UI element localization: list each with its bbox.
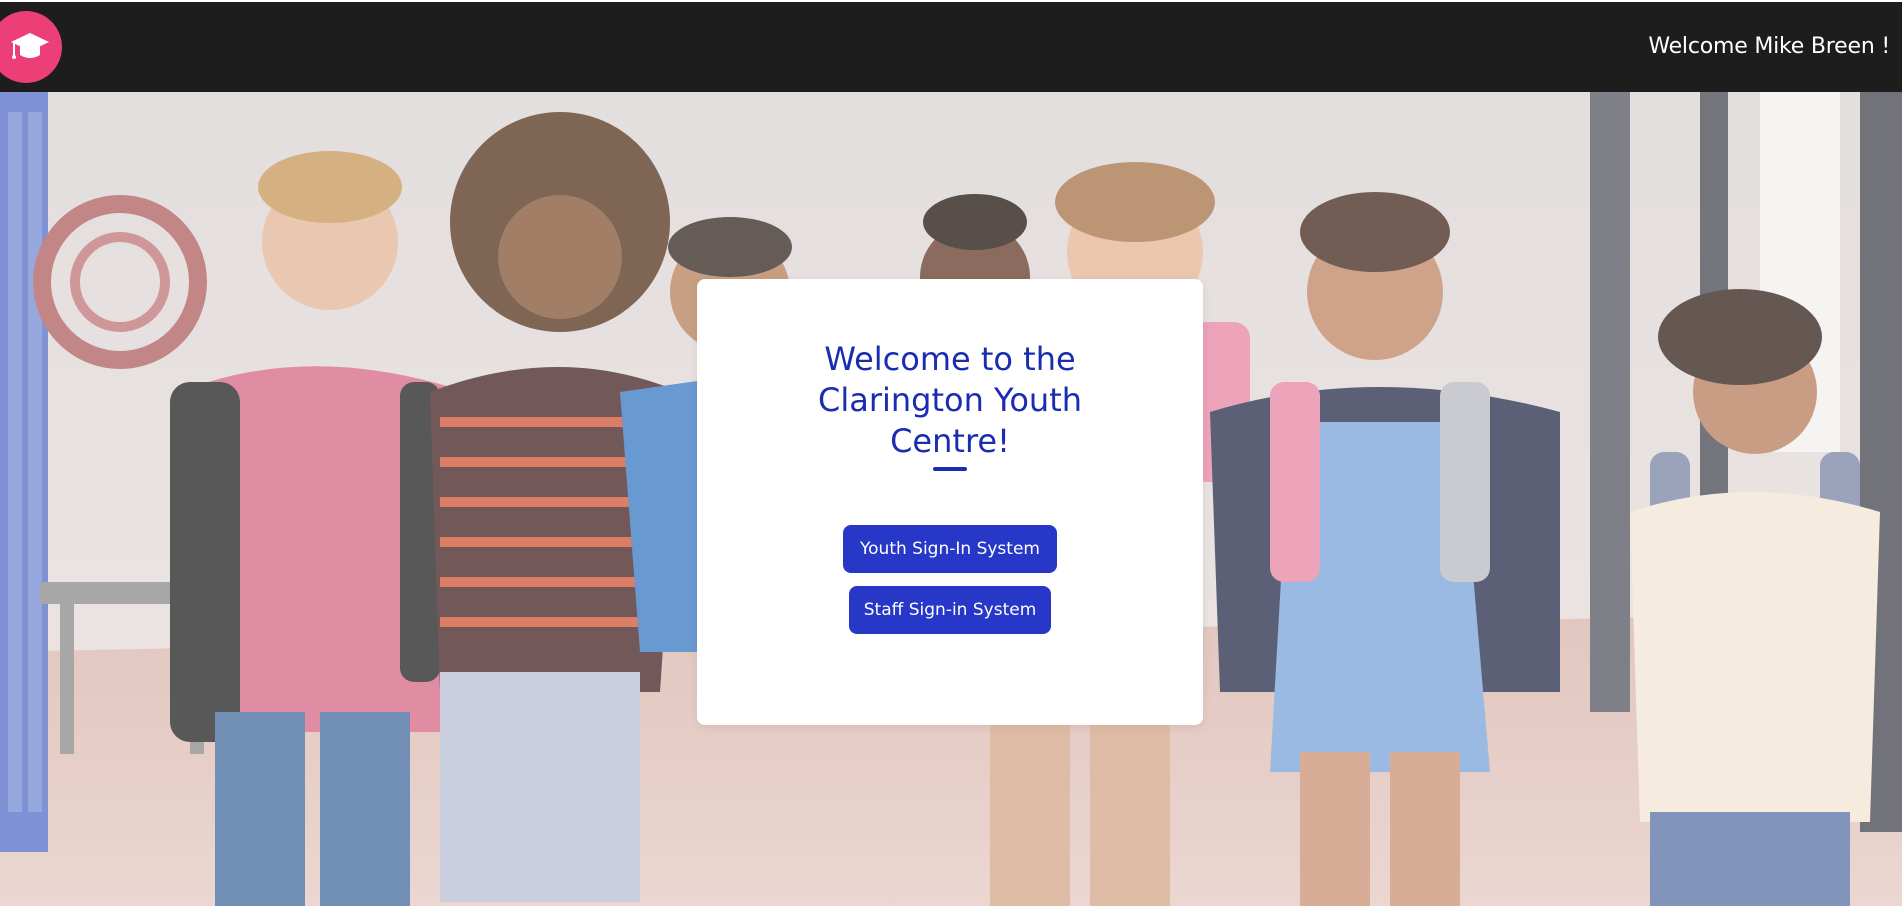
welcome-title-line-1: Welcome to the: [824, 340, 1076, 378]
welcome-title: Welcome to the Clarington Youth Centre!: [697, 339, 1203, 462]
staff-sign-in-button[interactable]: Staff Sign-in System: [849, 586, 1051, 634]
youth-sign-in-button[interactable]: Youth Sign-In System: [843, 525, 1057, 573]
welcome-title-line-2: Clarington Youth: [817, 381, 1083, 419]
welcome-user-text: Welcome Mike Breen !: [1648, 34, 1890, 59]
graduation-cap-icon: [11, 33, 49, 59]
top-navigation-bar: Welcome Mike Breen !: [0, 2, 1902, 92]
welcome-title-line-3: Centre!: [890, 422, 1010, 460]
title-underline-divider: [933, 467, 967, 471]
app-logo[interactable]: [0, 11, 62, 83]
page: Welcome Mike Breen ! Welcome to the Clar…: [0, 0, 1902, 906]
welcome-card: Welcome to the Clarington Youth Centre! …: [697, 279, 1203, 725]
